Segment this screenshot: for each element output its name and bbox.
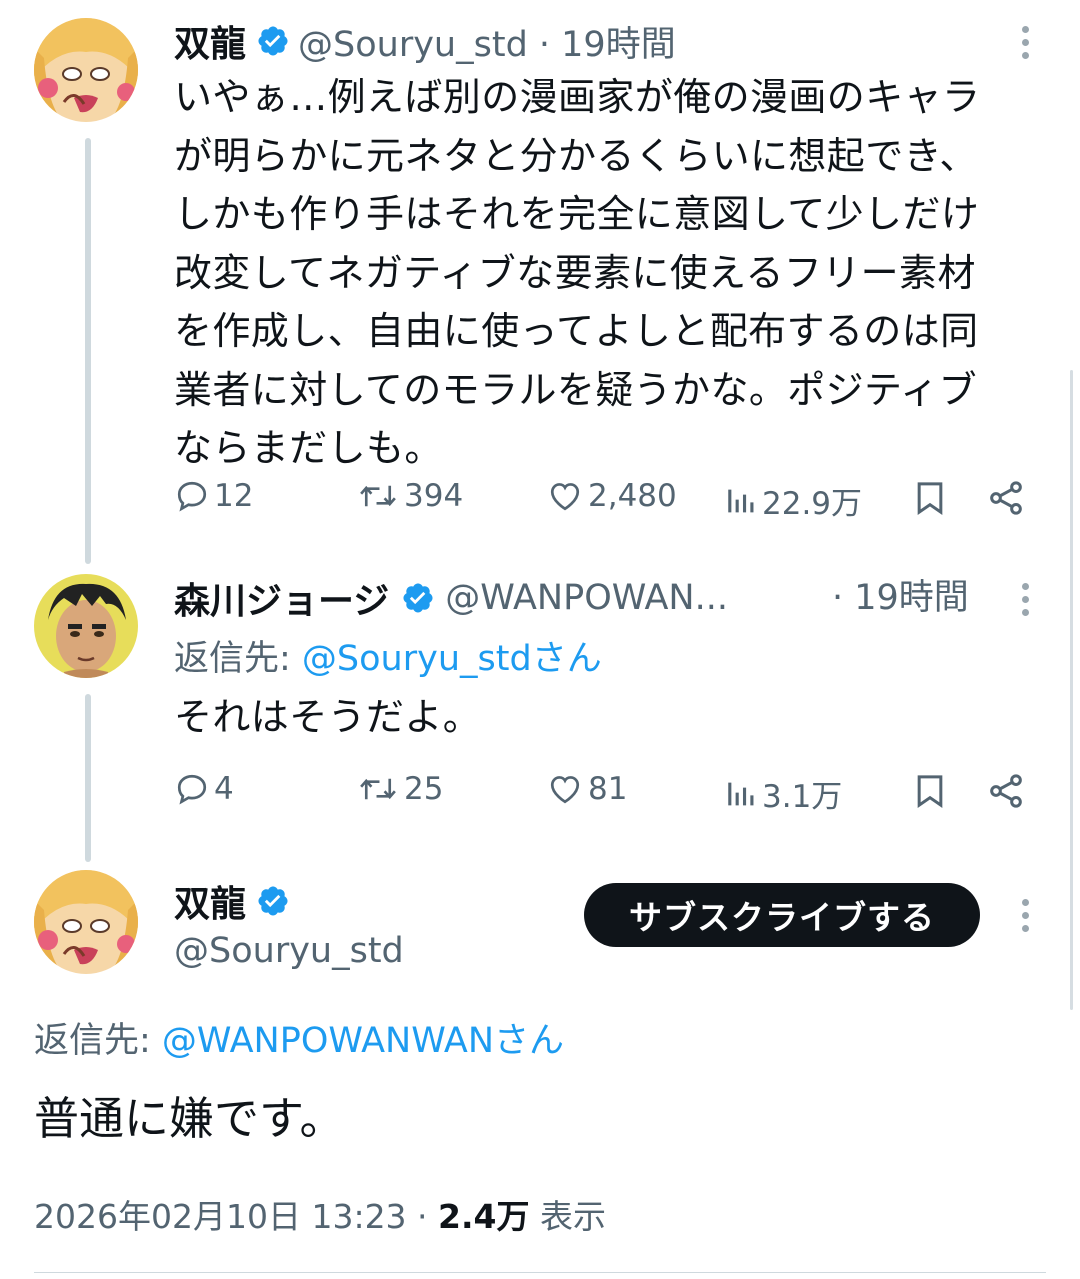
like-button[interactable]: 81 (546, 771, 627, 807)
post-timestamp[interactable]: 2026年02月10日 13:23 · (34, 1197, 438, 1236)
display-name[interactable]: 双龍 (174, 15, 246, 67)
views-button[interactable]: 22.9万 (724, 478, 862, 523)
reply-to-mention[interactable]: @WANPOWANWANさん (162, 1021, 564, 1061)
avatar-morikawa[interactable] (34, 574, 138, 678)
verified-badge-icon (256, 884, 290, 918)
like-count: 2,480 (588, 478, 677, 514)
bookmark-icon[interactable] (910, 771, 950, 811)
handle[interactable]: @Souryu_std (174, 928, 404, 974)
views-count: 2.4万 (438, 1197, 530, 1236)
tweet-header: 森川ジョージ @WANPOWAN... (174, 572, 728, 624)
reply-to-mention[interactable]: @Souryu_stdさん (302, 639, 602, 679)
views-icon (724, 776, 758, 812)
like-count: 81 (588, 771, 628, 807)
repost-button[interactable]: 25 (356, 771, 443, 807)
share-icon[interactable] (986, 478, 1026, 518)
thread-connector-line (85, 138, 91, 564)
scrollbar[interactable] (1070, 370, 1073, 1010)
more-options-icon[interactable] (1020, 26, 1030, 65)
share-icon[interactable] (986, 771, 1026, 811)
like-button[interactable]: 2,480 (546, 478, 677, 514)
verified-badge-icon (401, 581, 435, 615)
handle[interactable]: @WANPOWAN... (445, 578, 728, 618)
like-icon (546, 478, 584, 514)
repost-icon (356, 478, 400, 514)
repost-count: 394 (404, 478, 464, 514)
like-icon (546, 771, 584, 807)
tweet-text: それはそうだよ。 (174, 695, 482, 739)
bookmark-icon[interactable] (910, 478, 950, 518)
views-button[interactable]: 3.1万 (724, 771, 842, 816)
repost-icon (356, 771, 400, 807)
display-name[interactable]: 森川ジョージ (174, 572, 389, 624)
tweet-text: いやぁ…例えば別の漫画家が俺の漫画のキャラ が明らかに元ネタと分かるくらいに想起… (174, 75, 981, 470)
more-options-icon[interactable] (1020, 583, 1030, 622)
divider (34, 1272, 1046, 1273)
reply-button[interactable]: 12 (174, 478, 253, 514)
repost-count: 25 (404, 771, 444, 807)
reply-count: 12 (214, 478, 254, 514)
repost-button[interactable]: 394 (356, 478, 463, 514)
display-name[interactable]: 双龍 (174, 875, 246, 927)
avatar-souryu[interactable] (34, 870, 138, 974)
reply-icon (174, 478, 210, 514)
timestamp[interactable]: · 19時間 (832, 575, 969, 621)
reply-to-line: 返信先: @WANPOWANWANさん (34, 1021, 565, 1061)
tweet-header: 双龍 (174, 875, 290, 927)
reply-to-line: 返信先: @Souryu_stdさん (174, 639, 602, 679)
reply-icon (174, 771, 210, 807)
reply-button[interactable]: 4 (174, 771, 234, 807)
tweet-text: 普通に嫌です。 (34, 1092, 345, 1145)
views-label: 表示 (529, 1197, 606, 1236)
reply-count: 4 (214, 771, 234, 807)
verified-badge-icon (256, 24, 290, 58)
thread-connector-line (85, 694, 91, 862)
views-count: 22.9万 (762, 486, 863, 522)
more-options-icon[interactable] (1020, 899, 1030, 938)
views-icon (724, 483, 758, 519)
views-count: 3.1万 (762, 779, 843, 815)
subscribe-button[interactable]: サブスクライブする (584, 883, 980, 947)
handle-and-time[interactable]: @Souryu_std · 19時間 (298, 16, 676, 67)
tweet-meta: 2026年02月10日 13:23 · 2.4万 表示 (34, 1192, 606, 1242)
tweet-header: 双龍 @Souryu_std · 19時間 (174, 15, 676, 67)
avatar-souryu[interactable] (34, 18, 138, 122)
